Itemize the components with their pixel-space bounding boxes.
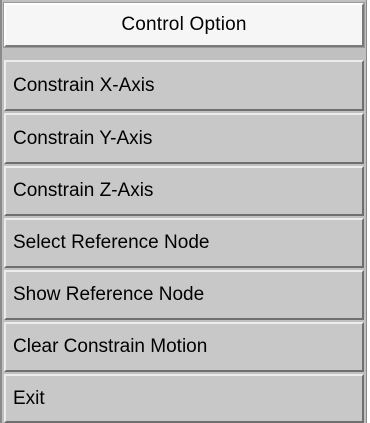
constrain-z-axis-button[interactable]: Constrain Z-Axis bbox=[4, 166, 364, 216]
constrain-y-axis-button[interactable]: Constrain Y-Axis bbox=[4, 113, 364, 164]
menu-title: Control Option bbox=[3, 2, 365, 48]
select-reference-node-button[interactable]: Select Reference Node bbox=[4, 218, 364, 268]
exit-button[interactable]: Exit bbox=[4, 374, 364, 423]
constrain-x-axis-button[interactable]: Constrain X-Axis bbox=[4, 60, 364, 111]
clear-constrain-motion-button[interactable]: Clear Constrain Motion bbox=[4, 322, 364, 372]
show-reference-node-button[interactable]: Show Reference Node bbox=[4, 270, 364, 320]
control-option-menu: Control Option Constrain X-Axis Constrai… bbox=[0, 0, 367, 423]
